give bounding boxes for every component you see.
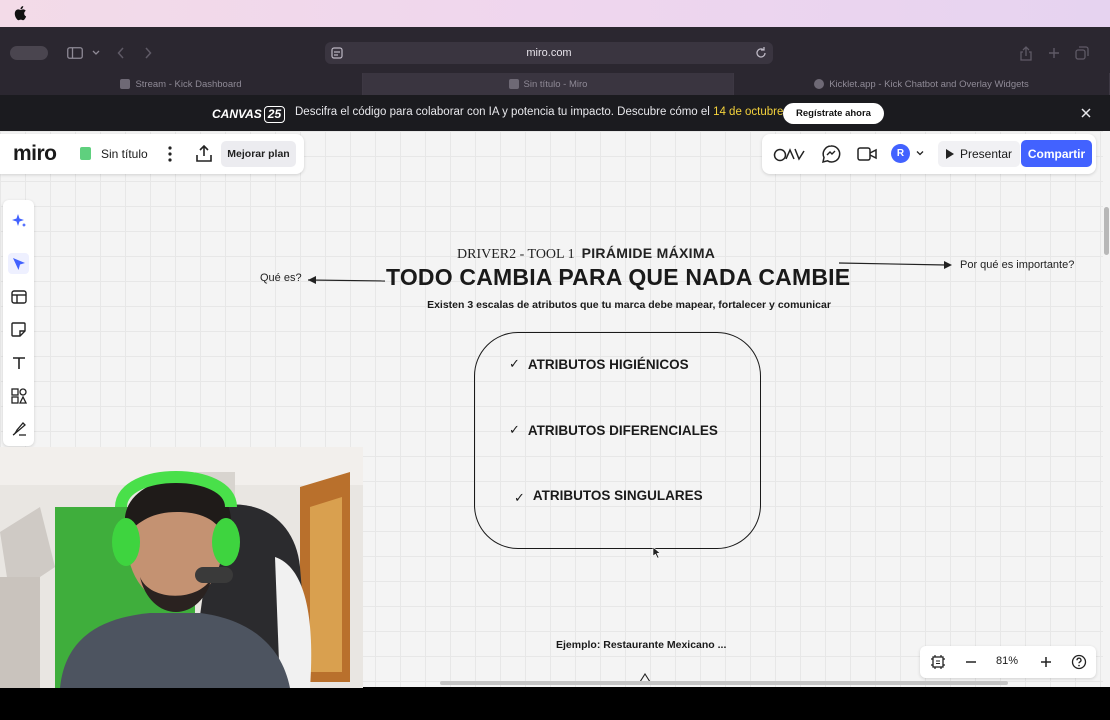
- banner-text: Descifra el código para colaborar con IA…: [295, 106, 714, 118]
- vertical-scrollbar[interactable]: [1103, 131, 1110, 687]
- forward-icon[interactable]: [138, 43, 158, 63]
- zoom-in-icon[interactable]: [1038, 654, 1054, 670]
- collab-toolbar: R Presentar Compartir: [762, 134, 1096, 174]
- mouse-cursor-icon: [652, 546, 661, 559]
- chat-icon[interactable]: [820, 144, 842, 164]
- promo-banner: CANVAS 25 Descifra el código para colabo…: [0, 95, 1110, 131]
- zoom-controls: 81%: [920, 646, 1096, 678]
- browser-chrome: miro.com Stream - Kick Dashboard Sin tít…: [0, 27, 1110, 95]
- creation-toolbar: [3, 200, 34, 446]
- attribute-label: ATRIBUTOS DIFERENCIALES: [527, 422, 718, 438]
- banner-date: 14 de octubre.: [713, 106, 787, 118]
- browser-toolbar: miro.com: [0, 27, 1110, 67]
- zoom-out-icon[interactable]: [963, 654, 979, 670]
- webcam-overlay: [0, 447, 363, 688]
- check-icon: ✓: [514, 490, 525, 505]
- menu-bar: [0, 0, 1110, 27]
- canvas-logo: CANVAS 25: [212, 104, 286, 124]
- attribute-item[interactable]: ✓ ATRIBUTOS SINGULARES: [514, 484, 703, 506]
- pen-tool-icon[interactable]: [8, 418, 29, 439]
- tab-kicklet[interactable]: Kicklet.app - Kick Chatbot and Overlay W…: [734, 73, 1110, 95]
- check-icon: ✓: [509, 356, 520, 371]
- url-text: miro.com: [526, 47, 572, 59]
- board-icon: [80, 147, 91, 160]
- present-button[interactable]: Presentar: [938, 141, 1020, 167]
- play-icon: [945, 149, 954, 159]
- driver-heading: DRIVER2 - TOOL 1 PIRÁMIDE MÁXIMA: [457, 245, 715, 263]
- tab-label: Kicklet.app - Kick Chatbot and Overlay W…: [829, 78, 1029, 90]
- right-arrow-connector[interactable]: [836, 257, 956, 273]
- board-header: miro Sin título Mejorar plan: [0, 134, 304, 174]
- reload-icon[interactable]: [755, 46, 767, 60]
- bottom-edge: [0, 687, 1110, 720]
- attribute-item[interactable]: ✓ ATRIBUTOS HIGIÉNICOS: [509, 356, 689, 372]
- export-icon[interactable]: [194, 144, 214, 164]
- present-label: Presentar: [959, 147, 1013, 161]
- driver-prefix: DRIVER2 - TOOL 1: [457, 247, 575, 262]
- reactions-icon[interactable]: [773, 144, 806, 164]
- por-que-label[interactable]: Por qué es importante?: [960, 259, 1074, 271]
- driver-title: PIRÁMIDE MÁXIMA: [581, 245, 716, 261]
- tab-label: Stream - Kick Dashboard: [135, 78, 242, 90]
- logo-number: 25: [263, 105, 286, 123]
- board-subtitle: Existen 3 escalas de atributos que tu ma…: [427, 299, 831, 311]
- apple-icon[interactable]: [13, 5, 27, 21]
- attribute-label: ATRIBUTOS HIGIÉNICOS: [527, 356, 689, 372]
- new-tab-icon[interactable]: [1044, 43, 1064, 63]
- more-options-icon[interactable]: [163, 145, 177, 163]
- tab-label: Sin título - Miro: [523, 78, 588, 90]
- ai-sparkle-icon[interactable]: [8, 210, 29, 231]
- tab-strip: Stream - Kick Dashboard Sin título - Mir…: [0, 73, 1110, 95]
- left-arrow-connector[interactable]: [300, 272, 390, 288]
- text-tool-icon[interactable]: [8, 352, 29, 373]
- banner-message: Descifra el código para colaborar con IA…: [295, 106, 787, 118]
- templates-icon[interactable]: [8, 286, 29, 307]
- help-icon[interactable]: [1071, 654, 1087, 670]
- zoom-level[interactable]: 81%: [992, 655, 1022, 667]
- profile-button[interactable]: [10, 46, 48, 60]
- tab-miro[interactable]: Sin título - Miro: [363, 73, 734, 95]
- shapes-icon[interactable]: [8, 385, 29, 406]
- chevron-down-icon[interactable]: [915, 148, 925, 158]
- attribute-item[interactable]: ✓ ATRIBUTOS DIFERENCIALES: [509, 422, 718, 438]
- board-headline: TODO CAMBIA PARA QUE NADA CAMBIE: [386, 264, 851, 290]
- board-title[interactable]: Sin título: [101, 147, 148, 161]
- webcam-feed-image: [0, 447, 363, 688]
- tab-overview-icon[interactable]: [1072, 43, 1092, 63]
- sidebar-toggle-icon[interactable]: [65, 43, 85, 63]
- video-call-icon[interactable]: [856, 144, 878, 164]
- share-icon[interactable]: [1016, 43, 1036, 63]
- address-bar[interactable]: miro.com: [325, 42, 773, 64]
- chevron-down-icon[interactable]: [86, 43, 106, 63]
- miro-logo[interactable]: miro: [13, 142, 57, 166]
- back-icon[interactable]: [111, 43, 131, 63]
- sticky-note-icon[interactable]: [8, 319, 29, 340]
- example-text[interactable]: Ejemplo: Restaurante Mexicano ...: [556, 639, 726, 651]
- register-button[interactable]: Regístrate ahora: [783, 103, 884, 124]
- upgrade-plan-button[interactable]: Mejorar plan: [221, 141, 296, 167]
- fit-to-screen-icon[interactable]: [930, 654, 946, 670]
- logo-word: CANVAS: [212, 107, 262, 121]
- avatar[interactable]: R: [891, 144, 910, 163]
- kick-favicon-icon: [120, 79, 131, 89]
- check-icon: ✓: [509, 422, 520, 437]
- scrollbar-thumb[interactable]: [1104, 207, 1109, 255]
- tab-kick-dashboard[interactable]: Stream - Kick Dashboard: [0, 73, 363, 95]
- que-es-label[interactable]: Qué es?: [260, 272, 302, 284]
- attribute-label: ATRIBUTOS SINGULARES: [532, 487, 703, 503]
- miro-favicon-icon: [508, 79, 519, 89]
- horizontal-scrollbar[interactable]: [440, 681, 1008, 685]
- share-button[interactable]: Compartir: [1021, 140, 1092, 167]
- close-icon[interactable]: [1078, 105, 1094, 121]
- kicklet-favicon-icon: [814, 79, 825, 89]
- select-tool-icon[interactable]: [8, 253, 29, 274]
